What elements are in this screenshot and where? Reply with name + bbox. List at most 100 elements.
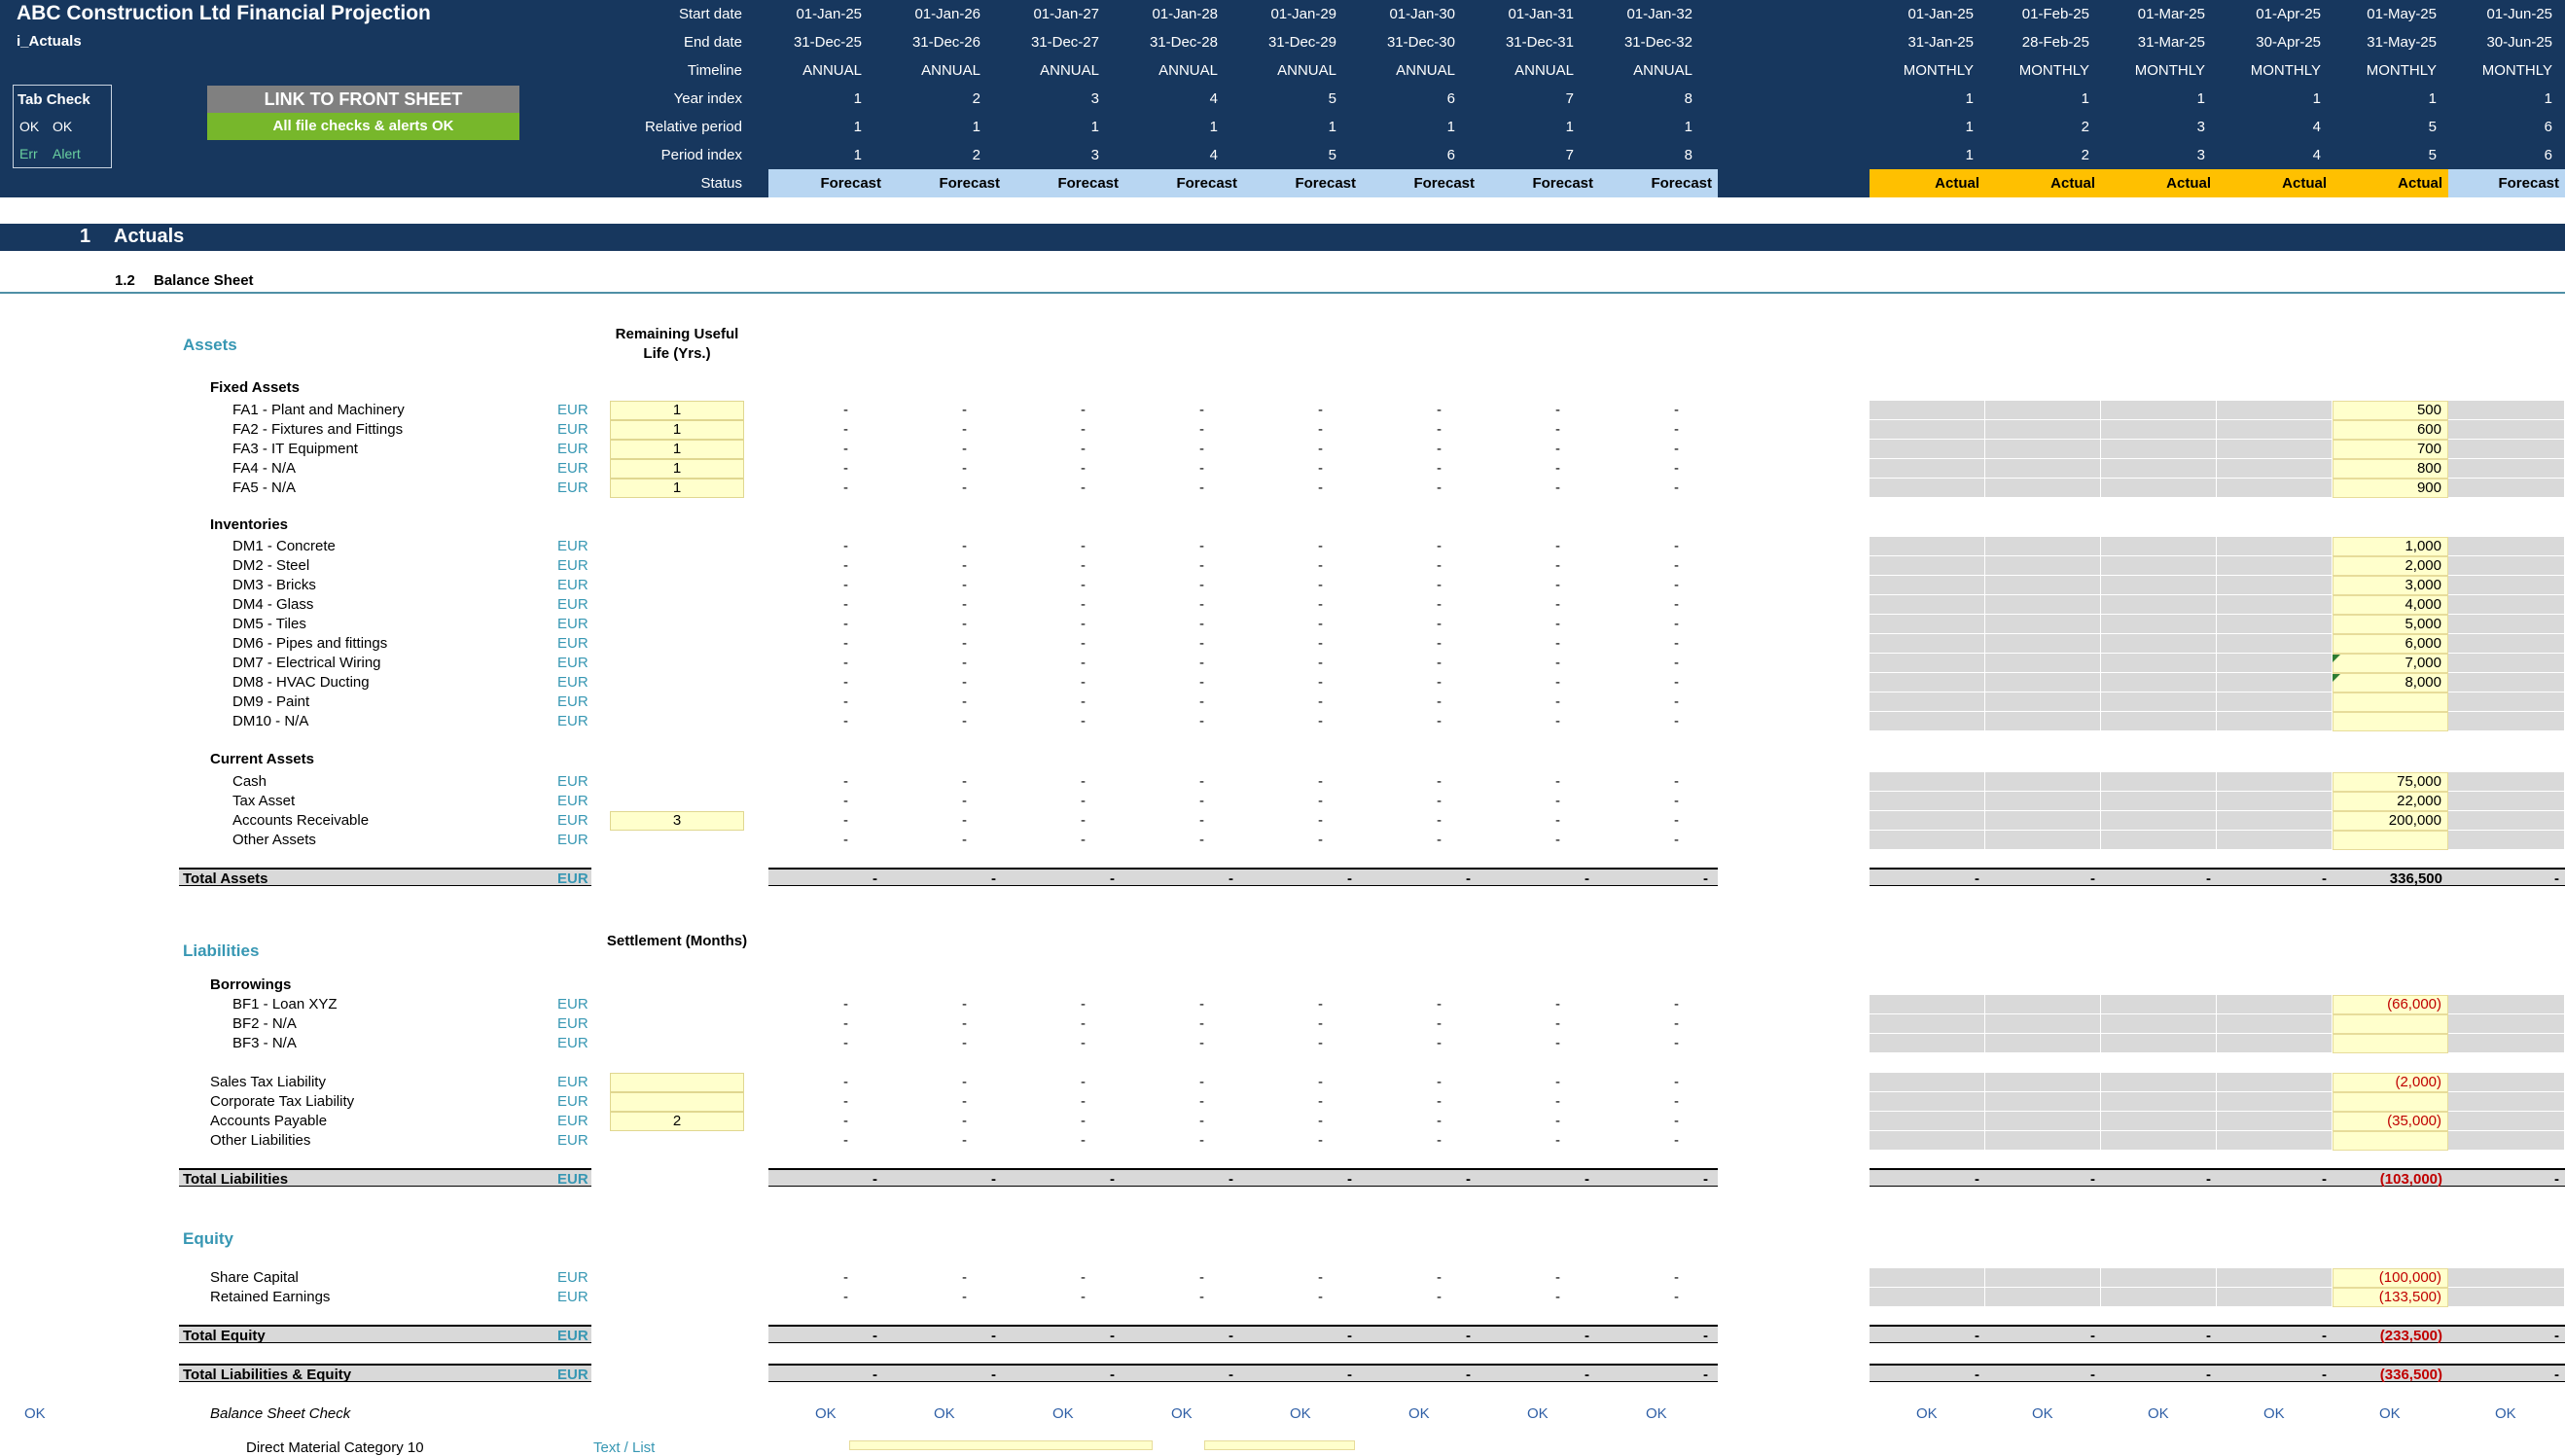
may-actual-input-cell[interactable]: 4,000	[2333, 595, 2448, 615]
annual-value-cell: -	[1437, 713, 1442, 729]
cell-comment-flag	[2333, 655, 2340, 662]
annual-value-cell: -	[1674, 793, 1679, 809]
may-actual-input-cell[interactable]	[2333, 692, 2448, 712]
section-number: 1	[80, 226, 91, 247]
input-cell[interactable]: 1	[610, 401, 744, 420]
may-actual-input-cell[interactable]: 2,000	[2333, 556, 2448, 576]
annual-value-cell: -	[843, 1093, 848, 1110]
link-to-front-sheet-button[interactable]: LINK TO FRONT SHEET	[207, 86, 519, 113]
annual-value-cell: -	[843, 693, 848, 710]
may-actual-input-cell[interactable]: 8,000	[2333, 673, 2448, 692]
annual-value-cell: -	[1555, 793, 1560, 809]
annual-value-cell: -	[1437, 616, 1442, 632]
may-actual-input-cell[interactable]: (2,000)	[2333, 1073, 2448, 1092]
actual-grey-cell	[1985, 1034, 2101, 1053]
footer-input-cell[interactable]	[849, 1440, 1153, 1450]
may-actual-input-cell[interactable]: 900	[2333, 479, 2448, 498]
annual-value-cell: -	[843, 616, 848, 632]
total-may-cell: (103,000)	[2379, 1171, 2442, 1188]
annual-value-cell: -	[1437, 538, 1442, 554]
may-actual-input-cell[interactable]: 5,000	[2333, 615, 2448, 634]
input-cell[interactable]: 1	[610, 479, 744, 498]
annual-value-cell: -	[1318, 616, 1323, 632]
annual-value-cell: -	[1437, 812, 1442, 829]
header-row-label: Start date	[678, 6, 742, 22]
may-actual-input-cell[interactable]: 1,000	[2333, 537, 2448, 556]
status-actual-cell: Actual	[2333, 169, 2448, 197]
annual-value-cell: -	[962, 713, 967, 729]
actual-grey-cell	[1870, 1112, 1985, 1131]
header-row-label: Year index	[673, 90, 742, 107]
annual-value-cell: -	[962, 402, 967, 418]
annual-value-cell: -	[1199, 1269, 1204, 1286]
actual-grey-cell	[1985, 831, 2101, 850]
may-actual-input-cell[interactable]: 700	[2333, 440, 2448, 459]
actual-grey-cell	[1985, 654, 2101, 673]
may-actual-input-cell[interactable]: 3,000	[2333, 576, 2448, 595]
total-annual-cell: -	[1703, 1328, 1708, 1344]
may-actual-input-cell[interactable]: 500	[2333, 401, 2448, 420]
may-actual-input-cell[interactable]: (66,000)	[2333, 995, 2448, 1014]
input-cell[interactable]	[610, 1092, 744, 1112]
may-actual-input-cell[interactable]: (133,500)	[2333, 1288, 2448, 1307]
status-forecast-cell: Forecast	[1006, 169, 1124, 197]
line-item-label: DM4 - Glass	[232, 596, 314, 613]
actual-grey-cell	[2448, 673, 2565, 692]
may-actual-input-cell[interactable]: 7,000	[2333, 654, 2448, 673]
actual-grey-cell	[2101, 615, 2217, 634]
annual-relative-cell: 1	[1090, 119, 1099, 135]
annual-value-cell: -	[1081, 538, 1086, 554]
may-actual-input-cell[interactable]	[2333, 1092, 2448, 1112]
may-actual-input-cell[interactable]: 800	[2333, 459, 2448, 479]
input-cell[interactable]: 1	[610, 420, 744, 440]
footer-input-cell[interactable]	[1204, 1440, 1355, 1450]
monthly-year-index-cell: 1	[1965, 90, 1974, 107]
may-actual-input-cell[interactable]: 75,000	[2333, 772, 2448, 792]
annual-value-cell: -	[1318, 1113, 1323, 1129]
status-actual-cell: Actual	[2101, 169, 2217, 197]
annual-value-cell: -	[1555, 596, 1560, 613]
input-cell[interactable]: 3	[610, 811, 744, 831]
actual-grey-cell	[2448, 692, 2565, 712]
annual-period-index-cell: 1	[853, 147, 862, 163]
annual-period-index-cell: 5	[1328, 147, 1336, 163]
annual-value-cell: -	[1199, 479, 1204, 496]
unit-label: EUR	[557, 1269, 588, 1286]
annual-relative-cell: 1	[1684, 119, 1692, 135]
actual-grey-cell	[2217, 692, 2333, 712]
annual-value-cell: -	[1318, 1269, 1323, 1286]
may-actual-input-cell[interactable]	[2333, 1034, 2448, 1053]
may-actual-input-cell[interactable]: 6,000	[2333, 634, 2448, 654]
annual-value-cell: -	[962, 616, 967, 632]
may-actual-input-cell[interactable]: 22,000	[2333, 792, 2448, 811]
unit-label: EUR	[557, 635, 588, 652]
input-cell[interactable]: 2	[610, 1112, 744, 1131]
input-cell[interactable]: 1	[610, 459, 744, 479]
actual-grey-cell	[1985, 1014, 2101, 1034]
actual-grey-cell	[2101, 1112, 2217, 1131]
annual-start-cell: 01-Jan-26	[914, 6, 980, 22]
input-cell[interactable]: 1	[610, 440, 744, 459]
may-actual-input-cell[interactable]: (100,000)	[2333, 1268, 2448, 1288]
annual-value-cell: -	[962, 538, 967, 554]
annual-value-cell: -	[1555, 616, 1560, 632]
may-actual-input-cell[interactable]	[2333, 1131, 2448, 1151]
total-unit: EUR	[557, 870, 588, 887]
may-actual-input-cell[interactable]: 600	[2333, 420, 2448, 440]
actual-grey-cell	[2217, 595, 2333, 615]
may-actual-input-cell[interactable]	[2333, 712, 2448, 731]
annual-value-cell: -	[1081, 635, 1086, 652]
may-actual-input-cell[interactable]	[2333, 831, 2448, 850]
annual-value-cell: -	[962, 441, 967, 457]
may-actual-input-cell[interactable]: 200,000	[2333, 811, 2448, 831]
annual-start-cell: 01-Jan-29	[1270, 6, 1336, 22]
may-actual-input-cell[interactable]: (35,000)	[2333, 1112, 2448, 1131]
annual-value-cell: -	[843, 557, 848, 574]
annual-value-cell: -	[1199, 996, 1204, 1012]
actual-grey-cell	[2448, 712, 2565, 731]
annual-value-cell: -	[1555, 1269, 1560, 1286]
input-cell[interactable]	[610, 1073, 744, 1092]
section-title: Actuals	[114, 226, 185, 247]
may-actual-input-cell[interactable]	[2333, 1014, 2448, 1034]
total-monthly-cell: -	[1975, 1171, 1979, 1188]
